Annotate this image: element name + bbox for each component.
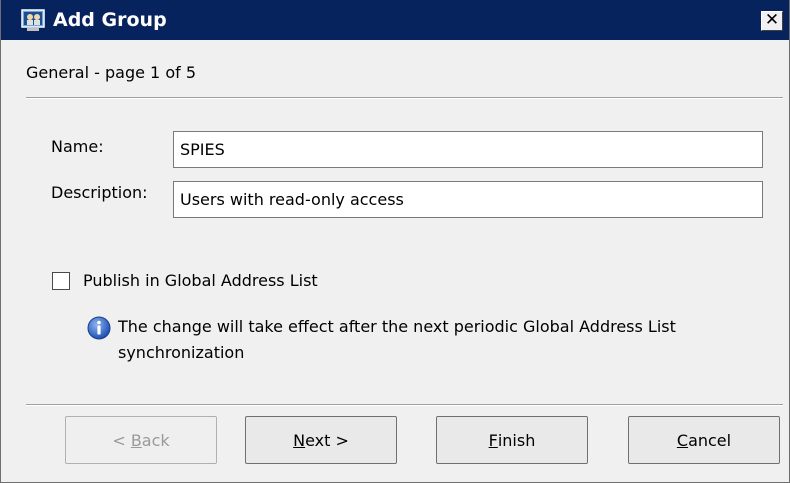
publish-gal-checkbox[interactable] xyxy=(52,272,70,290)
description-field[interactable] xyxy=(173,181,763,218)
finish-button-accesskey: F xyxy=(488,430,498,450)
next-button[interactable]: Next > xyxy=(245,416,397,464)
finish-button-label: inish xyxy=(497,430,536,450)
cancel-button-accesskey: C xyxy=(676,430,689,450)
name-label: Name: xyxy=(51,137,104,156)
close-button[interactable]: ✕ xyxy=(761,11,783,31)
back-button-label: ack xyxy=(141,430,170,450)
page-heading: General - page 1 of 5 xyxy=(26,63,196,82)
group-window-icon xyxy=(21,8,47,32)
description-label: Description: xyxy=(51,183,148,202)
publish-gal-label[interactable]: Publish in Global Address List xyxy=(83,270,318,292)
back-button-accesskey: B xyxy=(130,430,142,450)
add-group-dialog: Add Group ✕ General - page 1 of 5 Name: … xyxy=(0,0,790,483)
footer-divider xyxy=(26,404,783,406)
info-message-line-1: The change will take effect after the ne… xyxy=(118,317,676,336)
info-message: The change will take effect after the ne… xyxy=(118,314,768,366)
info-icon xyxy=(87,316,111,340)
next-button-label: ext > xyxy=(305,430,349,450)
next-button-accesskey: N xyxy=(293,430,306,450)
title-bar[interactable]: Add Group ✕ xyxy=(1,0,789,40)
cancel-button[interactable]: Cancel xyxy=(628,416,780,464)
info-message-line-2: synchronization xyxy=(118,343,245,362)
header-divider xyxy=(26,97,783,99)
cancel-button-label: ancel xyxy=(688,430,732,450)
close-icon: ✕ xyxy=(764,10,780,30)
back-button[interactable]: < Back xyxy=(65,416,217,464)
name-field[interactable] xyxy=(173,131,763,168)
window-title: Add Group xyxy=(53,9,167,31)
back-button-prefix: < xyxy=(112,430,131,450)
finish-button[interactable]: Finish xyxy=(436,416,588,464)
